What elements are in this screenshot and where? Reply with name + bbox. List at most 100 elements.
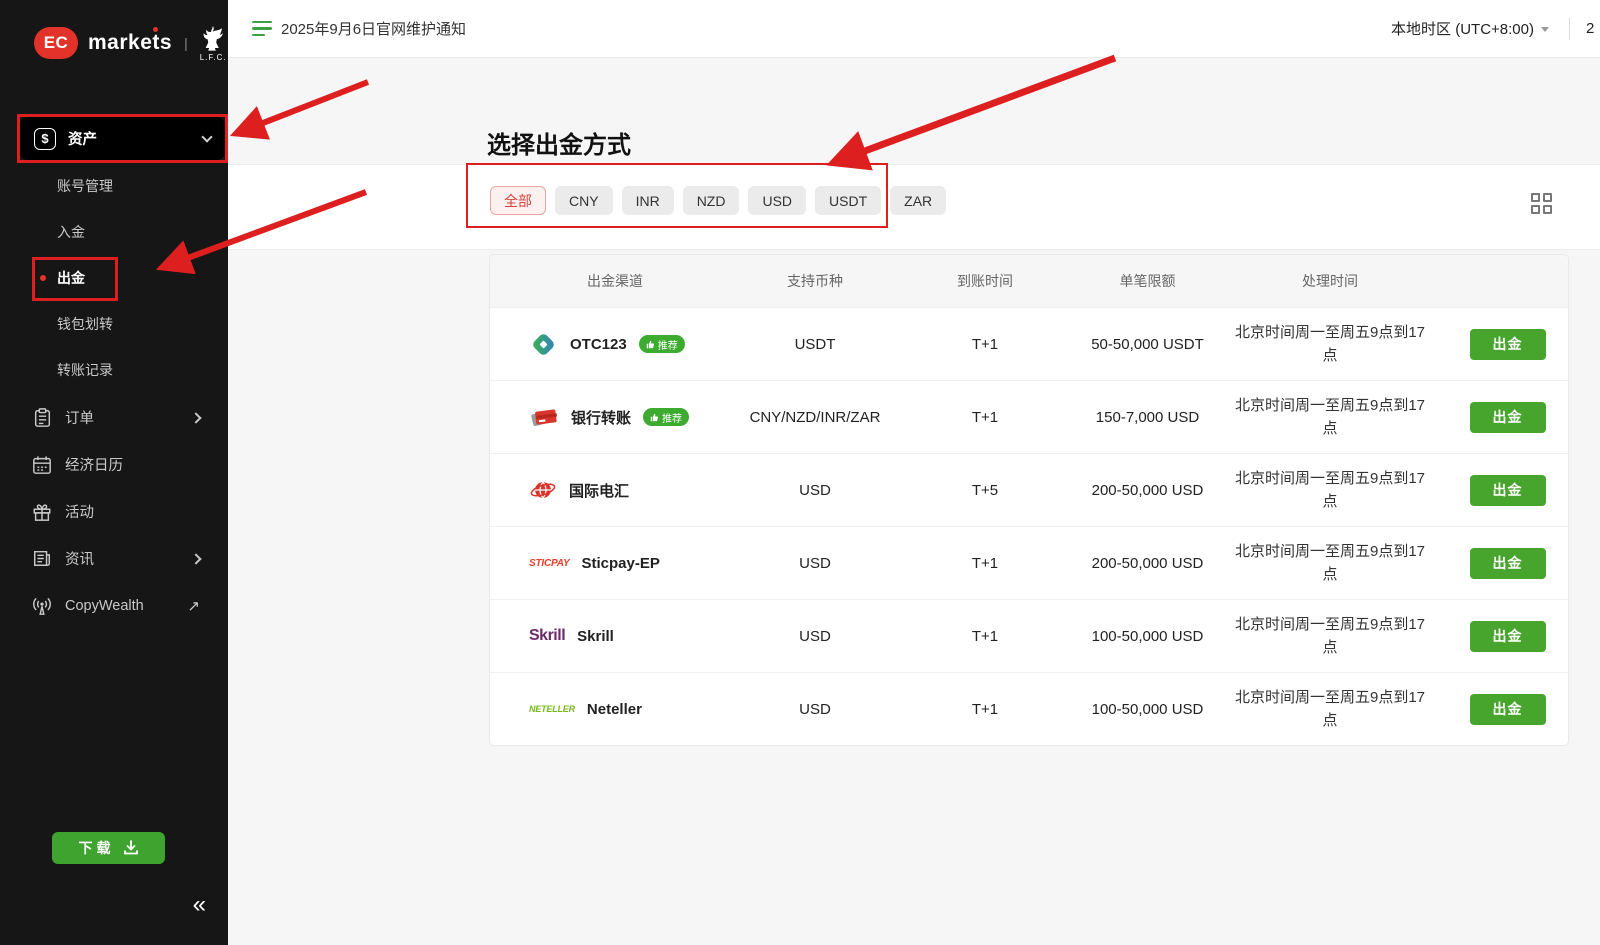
sidebar-menu: 订单 经济日历 活动 资讯 CopyWe xyxy=(0,394,228,629)
processing-cell: 北京时间周一至周五9点到17点 xyxy=(1215,613,1445,660)
sticpay-icon: STICPAY xyxy=(529,558,569,569)
sidebar-subitem[interactable]: 转账记录 xyxy=(0,347,228,393)
arrival-cell: T+1 xyxy=(890,628,1080,645)
currency-cell: USD xyxy=(740,482,890,499)
sidebar: EC markets | L.F.C. $ 资产 账号管理 入金 xyxy=(0,0,228,945)
wire-icon xyxy=(529,477,557,503)
currency-cell: CNY/NZD/INR/ZAR xyxy=(740,409,890,426)
withdraw-button[interactable]: 出金 xyxy=(1470,329,1546,360)
currency-filter-chip[interactable]: USD xyxy=(748,186,806,215)
collapse-sidebar-button[interactable]: « xyxy=(193,893,206,917)
ec-logo-icon: EC xyxy=(34,27,78,59)
maintenance-notice[interactable]: 2025年9月6日官网维护通知 xyxy=(252,18,466,39)
skrill-icon: Skrill xyxy=(529,627,565,645)
sidebar-item[interactable]: CopyWealth ↗ xyxy=(0,582,228,629)
processing-cell: 北京时间周一至周五9点到17点 xyxy=(1215,686,1445,733)
assets-submenu: 账号管理 入金 出金 钱包划转 转账记录 xyxy=(0,163,228,393)
neteller-icon: NETELLER xyxy=(529,704,575,714)
limit-cell: 100-50,000 USD xyxy=(1080,701,1215,718)
arrival-cell: T+1 xyxy=(890,701,1080,718)
logo-divider: | xyxy=(184,35,188,51)
currency-filter-chip[interactable]: 全部 xyxy=(490,186,546,215)
limit-cell: 200-50,000 USD xyxy=(1080,482,1215,499)
sidebar-subitem[interactable]: 入金 xyxy=(0,209,228,255)
withdraw-button[interactable]: 出金 xyxy=(1470,621,1546,652)
download-icon xyxy=(123,840,139,856)
chevron-icon xyxy=(192,409,200,426)
download-button[interactable]: 下载 xyxy=(52,832,165,864)
table-header-cell: 出金渠道 xyxy=(490,271,740,291)
channel-cell: 国际电汇 xyxy=(490,477,740,503)
currency-filter-chip[interactable]: NZD xyxy=(683,186,740,215)
calendar-icon xyxy=(31,454,53,476)
sidebar-item-assets[interactable]: $ 资产 xyxy=(20,117,225,160)
limit-cell: 100-50,000 USD xyxy=(1080,628,1215,645)
caret-down-icon xyxy=(1541,27,1549,32)
main-content: 选择出金方式 全部 CNY INR NZD USD USDT xyxy=(228,58,1600,945)
topbar-divider xyxy=(1569,18,1570,40)
processing-cell: 北京时间周一至周五9点到17点 xyxy=(1215,467,1445,514)
action-cell: 出金 xyxy=(1445,329,1569,360)
withdraw-button[interactable]: 出金 xyxy=(1470,548,1546,579)
active-dot-icon xyxy=(40,275,46,281)
bank-icon xyxy=(529,404,559,430)
table-header-cell: 支持币种 xyxy=(740,271,890,291)
page-title: 选择出金方式 xyxy=(487,125,631,160)
withdraw-button[interactable]: 出金 xyxy=(1470,694,1546,725)
channel-cell: Skrill Skrill xyxy=(490,627,740,645)
sidebar-subitem[interactable]: 账号管理 xyxy=(0,163,228,209)
grid-view-toggle-icon[interactable] xyxy=(1531,193,1554,215)
currency-filter-chip[interactable]: USDT xyxy=(815,186,881,215)
processing-cell: 北京时间周一至周五9点到17点 xyxy=(1215,394,1445,441)
topbar: 2025年9月6日官网维护通知 本地时区 (UTC+8:00) 2 xyxy=(228,0,1600,58)
currency-cell: USD xyxy=(740,628,890,645)
thumbs-up-icon xyxy=(646,340,655,349)
thumbs-up-icon xyxy=(650,413,659,422)
news-icon xyxy=(31,548,53,570)
channel-cell: 银行转账 推荐 xyxy=(490,404,740,430)
table-header-cell: 到账时间 xyxy=(890,271,1080,291)
currency-cell: USD xyxy=(740,555,890,572)
channel-cell: NETELLER Neteller xyxy=(490,701,740,718)
table-body: OTC123 推荐 USDT T+1 50-50,000 USDT 北京时间周一… xyxy=(490,307,1568,745)
currency-filter-chip[interactable]: CNY xyxy=(555,186,613,215)
currency-filter-chip[interactable]: INR xyxy=(622,186,674,215)
currency-cell: USDT xyxy=(740,336,890,353)
liver-bird-icon xyxy=(201,25,225,53)
currency-cell: USD xyxy=(740,701,890,718)
chevron-icon xyxy=(192,550,200,567)
action-cell: 出金 xyxy=(1445,548,1569,579)
clipboard-icon xyxy=(31,407,53,429)
announcement-lines-icon xyxy=(252,21,272,37)
action-cell: 出金 xyxy=(1445,402,1569,433)
withdraw-button[interactable]: 出金 xyxy=(1470,475,1546,506)
arrival-cell: T+5 xyxy=(890,482,1080,499)
sidebar-item[interactable]: 经济日历 xyxy=(0,441,228,488)
withdraw-button[interactable]: 出金 xyxy=(1470,402,1546,433)
timezone-selector[interactable]: 本地时区 (UTC+8:00) xyxy=(1391,18,1549,39)
currency-filter-chip[interactable]: ZAR xyxy=(890,186,946,215)
action-cell: 出金 xyxy=(1445,475,1569,506)
sidebar-subitem[interactable]: 钱包划转 xyxy=(0,301,228,347)
recommended-badge: 推荐 xyxy=(639,335,685,353)
table-header-cell: 单笔限额 xyxy=(1080,271,1215,291)
table-row: NETELLER Neteller USD T+1 100-50,000 USD… xyxy=(490,672,1568,745)
sidebar-item[interactable]: 订单 xyxy=(0,394,228,441)
table-header-row: 出金渠道支持币种到账时间单笔限额处理时间 xyxy=(490,255,1568,307)
limit-cell: 150-7,000 USD xyxy=(1080,409,1215,426)
sidebar-item[interactable]: 活动 xyxy=(0,488,228,535)
table-row: STICPAY Sticpay-EP USD T+1 200-50,000 US… xyxy=(490,526,1568,599)
sidebar-item[interactable]: 资讯 xyxy=(0,535,228,582)
table-row: 国际电汇 USD T+5 200-50,000 USD 北京时间周一至周五9点到… xyxy=(490,453,1568,526)
dollar-square-icon: $ xyxy=(34,128,56,150)
sidebar-subitem[interactable]: 出金 xyxy=(0,255,228,301)
arrival-cell: T+1 xyxy=(890,336,1080,353)
table-row: Skrill Skrill USD T+1 100-50,000 USD 北京时… xyxy=(490,599,1568,672)
external-icon: ↗ xyxy=(187,597,200,615)
table-header-cell: 处理时间 xyxy=(1215,271,1445,291)
chevron-down-icon xyxy=(201,131,212,142)
clock-text: 2 xyxy=(1586,20,1600,37)
recommended-badge: 推荐 xyxy=(643,408,689,426)
table-row: OTC123 推荐 USDT T+1 50-50,000 USDT 北京时间周一… xyxy=(490,307,1568,380)
action-cell: 出金 xyxy=(1445,621,1569,652)
